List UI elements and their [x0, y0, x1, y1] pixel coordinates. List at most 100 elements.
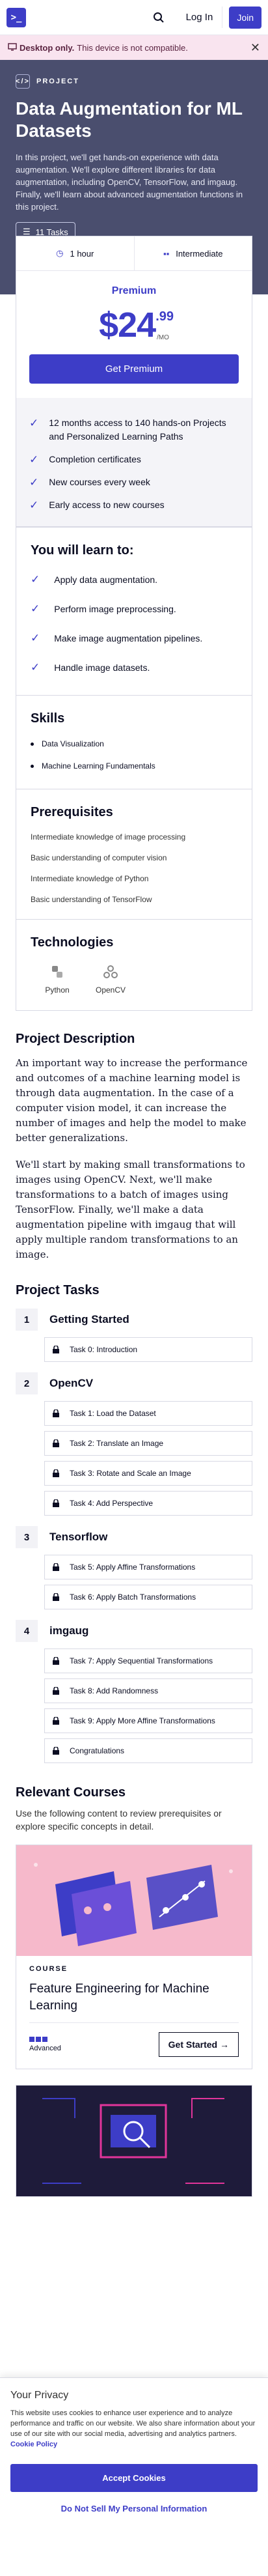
check-icon: ✓: [29, 453, 39, 466]
check-icon: ✓: [31, 602, 40, 615]
task-item[interactable]: Task 1: Load the Dataset: [44, 1401, 252, 1426]
lock-icon: [53, 1687, 60, 1695]
level-bars-icon: [29, 2037, 61, 2042]
skill-item[interactable]: Machine Learning Fundamentals: [16, 755, 252, 777]
project-description: Project Description An important way to …: [0, 1032, 268, 1262]
technologies-card: Technologies Python OpenCV: [16, 920, 252, 1011]
join-button[interactable]: Join: [229, 6, 261, 29]
relevant-heading: Relevant Courses: [16, 1785, 126, 1800]
learn-item: ✓ Handle image datasets.: [31, 661, 150, 673]
chapter: 4 imgaug: [16, 1620, 252, 1642]
feature-item: ✓ 12 months access to 140 hands-on Projec…: [29, 417, 226, 442]
search-icon[interactable]: [151, 10, 167, 25]
chapter: 3 Tensorflow: [16, 1526, 252, 1548]
check-icon: ✓: [31, 573, 40, 586]
task-item[interactable]: Task 2: Translate an Image: [44, 1431, 252, 1456]
clock-icon: ◷: [56, 248, 64, 258]
task-item[interactable]: Task 9: Apply More Affine Transformation…: [44, 1708, 252, 1733]
device-banner: Desktop only. This device is not compati…: [0, 35, 268, 60]
cookie-policy-link[interactable]: Cookie Policy: [10, 2441, 57, 2448]
lock-icon: [53, 1469, 60, 1477]
plan-label: Premium: [111, 285, 157, 296]
check-icon: ✓: [29, 499, 39, 511]
price: $24.99/MO: [16, 305, 252, 345]
learn-item: ✓ Apply data augmentation.: [31, 573, 158, 586]
prerequisites-heading: Prerequisites: [31, 805, 113, 819]
price-dollars: $24: [99, 305, 156, 345]
feature-item: ✓ New courses every week: [29, 476, 150, 488]
lock-icon: [53, 1563, 60, 1571]
task-item[interactable]: Task 7: Apply Sequential Transformations: [44, 1649, 252, 1673]
close-icon[interactable]: ✕: [250, 41, 260, 55]
task-item[interactable]: Task 4: Add Perspective: [44, 1491, 252, 1516]
lock-icon: [53, 1499, 60, 1507]
course-title: Feature Engineering for Machine Learning: [29, 1982, 209, 2013]
check-icon: ✓: [29, 417, 39, 429]
task-item[interactable]: Task 5: Apply Affine Transformations: [44, 1555, 252, 1579]
hero-tag: PROJECT: [36, 78, 79, 85]
python-icon: [49, 963, 66, 980]
task-item[interactable]: Task 6: Apply Batch Transformations: [44, 1585, 252, 1609]
lock-icon: [53, 1593, 60, 1601]
skills-card: Skills Data Visualization Machine Learni…: [16, 696, 252, 789]
get-premium-button[interactable]: Get Premium: [29, 354, 239, 384]
prerequisite-item: Intermediate knowledge of image processi…: [31, 832, 186, 842]
pricing-card: ◷ 1 hour ▪▪ Intermediate Premium $24.99/…: [16, 236, 252, 527]
check-icon: ✓: [31, 632, 40, 644]
price-cents: .99: [155, 309, 174, 324]
course-card[interactable]: COURSE Feature Engineering for Machine L…: [16, 1845, 252, 2069]
description-paragraph: An important way to increase the perform…: [16, 1057, 248, 1144]
skill-item[interactable]: Data Visualization: [16, 733, 252, 755]
duration: ◷ 1 hour: [16, 236, 135, 270]
course-illustration: [16, 1845, 252, 1956]
top-nav: >_ Log In Join: [0, 0, 268, 35]
lock-icon: [53, 1717, 60, 1725]
description-heading: Project Description: [16, 1032, 135, 1046]
feature-list: ✓ 12 months access to 140 hands-on Projec…: [16, 398, 252, 526]
prerequisites-card: Prerequisites Intermediate knowledge of …: [16, 789, 252, 920]
do-not-sell-link[interactable]: Do Not Sell My Personal Information: [10, 2504, 258, 2513]
chapter: 1 Getting Started: [16, 1309, 252, 1331]
banner-prefix: Desktop only.: [20, 42, 75, 53]
get-started-button[interactable]: Get Started →: [158, 2032, 239, 2057]
technologies-heading: Technologies: [31, 935, 114, 950]
learn-heading: You will learn to:: [31, 543, 134, 558]
prerequisite-item: Intermediate knowledge of Python: [31, 874, 149, 883]
lock-icon: [53, 1439, 60, 1447]
task-item[interactable]: Task 8: Add Randomness: [44, 1678, 252, 1703]
opencv-icon: [102, 963, 119, 980]
privacy-banner: Your Privacy This website uses cookies t…: [0, 2377, 268, 2576]
prerequisite-item: Basic understanding of TensorFlow: [31, 895, 152, 904]
project-icon: </>: [16, 74, 30, 89]
course-level: Advanced: [29, 2037, 61, 2052]
lock-icon: [53, 1747, 60, 1755]
check-icon: ✓: [29, 476, 39, 488]
relevant-courses: Relevant Courses Use the following conte…: [0, 1785, 268, 2197]
accept-cookies-button[interactable]: Accept Cookies: [10, 2464, 258, 2492]
logo[interactable]: >_: [7, 7, 26, 27]
banner-text: This device is not compatible.: [77, 42, 188, 53]
course-illustration: [16, 2086, 252, 2196]
feature-item: ✓ Early access to new courses: [29, 499, 165, 511]
prerequisite-item: Basic understanding of computer vision: [31, 853, 167, 862]
task-item[interactable]: Task 3: Rotate and Scale an Image: [44, 1461, 252, 1486]
page-title: Data Augmentation for ML Datasets: [16, 98, 243, 141]
duration-value: 1 hour: [70, 248, 94, 259]
task-item[interactable]: Congratulations: [44, 1738, 252, 1763]
difficulty-value: Intermediate: [176, 248, 223, 259]
learn-card: You will learn to: ✓ Apply data augmentat…: [16, 527, 252, 696]
lock-icon: [53, 1657, 60, 1665]
lock-icon: [53, 1409, 60, 1417]
level-icon: ▪▪: [163, 248, 170, 259]
relevant-subtitle: Use the following content to review prer…: [16, 1808, 222, 1832]
lock-icon: [53, 1346, 60, 1353]
tech-python: Python: [31, 963, 84, 995]
feature-item: ✓ Completion certificates: [29, 453, 141, 466]
login-button[interactable]: Log In: [177, 7, 223, 28]
task-item[interactable]: Task 0: Introduction: [44, 1337, 252, 1362]
project-tasks: Project Tasks 1 Getting Started Task 0: I…: [0, 1283, 268, 1763]
learn-item: ✓ Perform image preprocessing.: [31, 602, 176, 615]
course-card[interactable]: [16, 2085, 252, 2197]
chapter: 2 OpenCV: [16, 1372, 252, 1394]
desktop-icon: [8, 42, 17, 53]
